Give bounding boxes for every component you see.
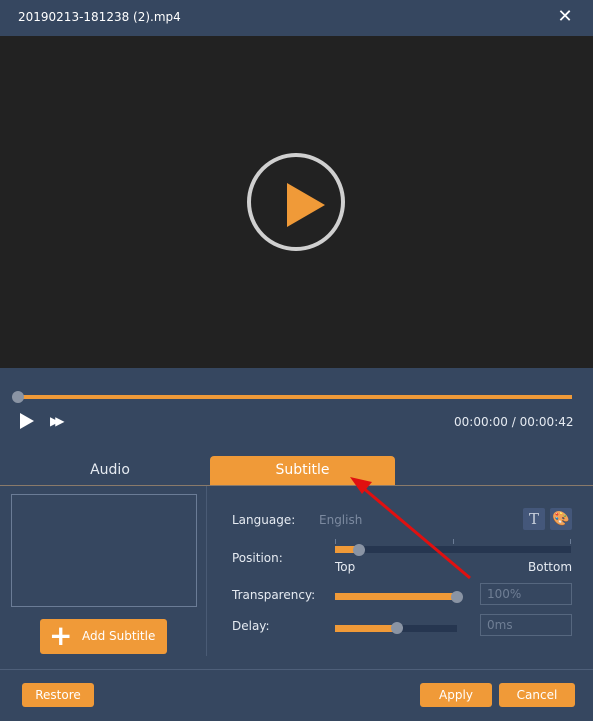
annotation-arrow — [350, 477, 471, 580]
arrow-shaft — [361, 485, 471, 580]
